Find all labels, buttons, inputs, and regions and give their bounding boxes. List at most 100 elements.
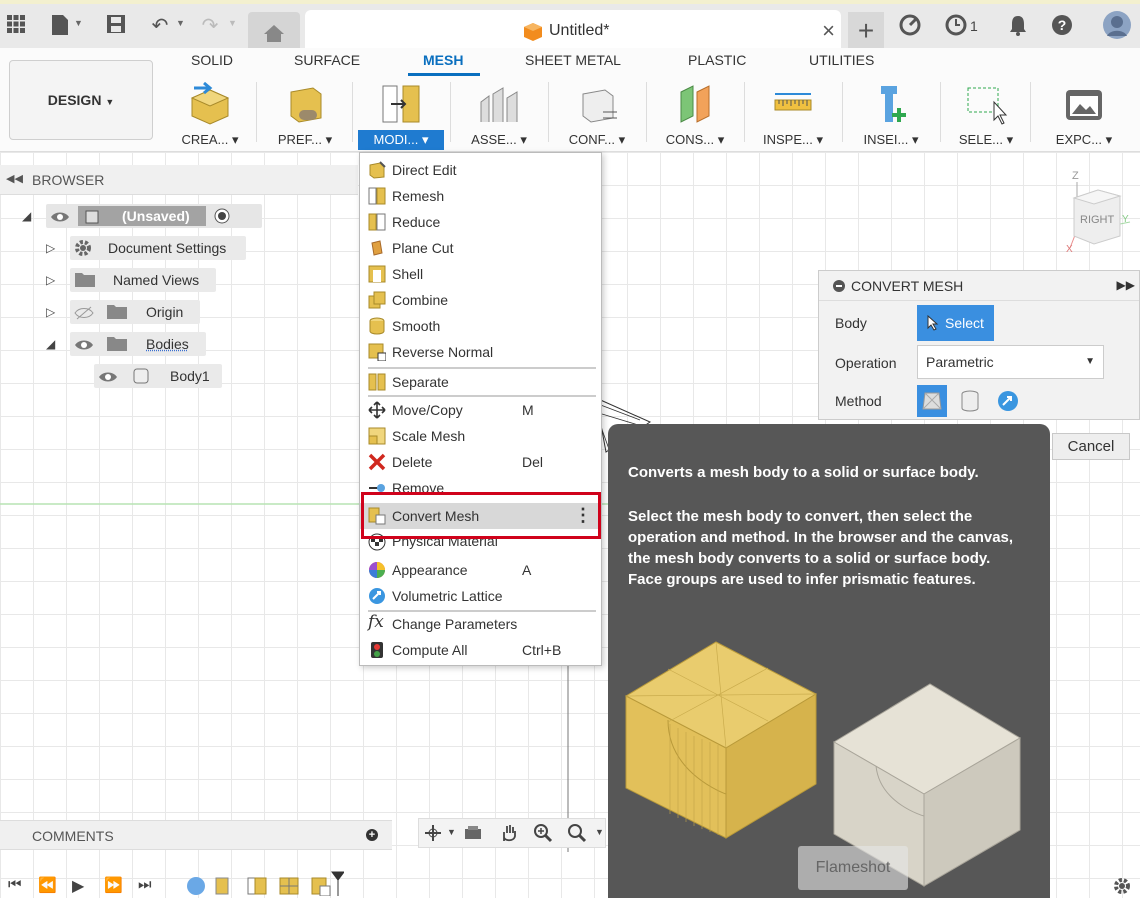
- prepare-group[interactable]: PREF... ▾: [262, 78, 348, 150]
- tab-solid[interactable]: SOLID: [191, 52, 233, 68]
- look-at-icon[interactable]: [463, 823, 483, 843]
- extensions-icon[interactable]: [898, 14, 922, 38]
- collapse-dialog-icon[interactable]: [833, 280, 845, 292]
- bell-icon[interactable]: [1006, 14, 1030, 38]
- tree-item-bodies[interactable]: ◢ Bodies: [46, 332, 246, 358]
- help-icon[interactable]: ?: [1050, 14, 1074, 38]
- hidden-eye-icon[interactable]: [74, 306, 94, 320]
- menu-item-compute-all[interactable]: Compute All Ctrl+B: [360, 637, 601, 663]
- menu-item-label: Delete: [392, 454, 433, 470]
- menu-item-appearance[interactable]: Appearance A: [360, 557, 601, 583]
- menu-item-plane-cut[interactable]: Plane Cut: [360, 235, 601, 261]
- activate-radio-icon[interactable]: [214, 208, 230, 224]
- undo-icon[interactable]: ↶: [148, 14, 172, 38]
- redo-caret-icon[interactable]: ▼: [228, 18, 237, 28]
- go-to-end-icon[interactable]: ⏭: [138, 876, 152, 893]
- expand-dialog-icon[interactable]: ▶▶: [1117, 278, 1135, 292]
- modify-group[interactable]: MODI... ▾: [358, 78, 444, 150]
- step-back-icon[interactable]: ⏪: [38, 876, 57, 894]
- collapse-root-icon[interactable]: ◢: [22, 209, 31, 223]
- app-grid-icon[interactable]: [4, 14, 28, 38]
- configure-group[interactable]: CONF... ▾: [554, 78, 640, 150]
- more-options-icon[interactable]: ⋮: [574, 505, 592, 526]
- job-status-icon[interactable]: [944, 14, 968, 38]
- tab-plastic[interactable]: PLASTIC: [688, 52, 746, 68]
- pan-hand-icon[interactable]: [499, 823, 519, 843]
- menu-item-separate[interactable]: Separate: [360, 369, 601, 395]
- save-icon[interactable]: [104, 14, 128, 38]
- comments-panel[interactable]: COMMENTS +: [0, 820, 392, 850]
- dialog-header[interactable]: CONVERT MESH ▶▶: [819, 271, 1139, 301]
- viewcube[interactable]: Z RIGHT Y X: [1064, 170, 1134, 260]
- tree-item-body1[interactable]: Body1: [94, 364, 224, 390]
- browser-panel-header[interactable]: ◀◀ BROWSER: [0, 165, 358, 195]
- menu-item-convert-mesh[interactable]: Convert Mesh: [360, 503, 601, 529]
- tree-item-origin[interactable]: ▷ Origin: [46, 300, 246, 326]
- visibility-eye-icon[interactable]: [50, 210, 70, 224]
- method-organic-button[interactable]: [993, 385, 1023, 417]
- inspect-group[interactable]: INSPE... ▾: [750, 78, 836, 150]
- body-select-button[interactable]: Select: [917, 305, 994, 341]
- file-caret-icon[interactable]: ▼: [74, 18, 83, 28]
- tab-mesh[interactable]: MESH: [423, 52, 463, 68]
- menu-item-move-copy[interactable]: Move/Copy M: [360, 397, 601, 423]
- go-to-start-icon[interactable]: ⏮: [8, 876, 22, 893]
- assemble-group[interactable]: ASSE... ▾: [456, 78, 542, 150]
- timeline-features[interactable]: [184, 870, 344, 896]
- file-icon[interactable]: [48, 14, 72, 38]
- menu-item-volumetric-lattice[interactable]: Volumetric Lattice: [360, 583, 601, 609]
- redo-icon[interactable]: ↷: [198, 14, 222, 38]
- menu-item-physical-material[interactable]: Physical Material: [360, 533, 601, 551]
- zoom-caret-icon[interactable]: ▼: [595, 827, 604, 837]
- collapse-icon[interactable]: ◢: [46, 337, 55, 351]
- menu-item-change-parameters[interactable]: fx Change Parameters: [360, 611, 601, 637]
- menu-item-direct-edit[interactable]: Direct Edit: [360, 157, 601, 183]
- menu-item-reduce[interactable]: Reduce: [360, 209, 601, 235]
- construct-group[interactable]: CONS... ▾: [652, 78, 738, 150]
- tab-utilities[interactable]: UTILITIES: [809, 52, 874, 68]
- export-group[interactable]: EXPC... ▾: [1040, 78, 1128, 150]
- new-tab-button[interactable]: +: [848, 12, 884, 52]
- menu-item-remove[interactable]: Remove: [360, 475, 601, 493]
- method-prismatic-button[interactable]: [955, 385, 985, 417]
- viewcube-face-label[interactable]: RIGHT: [1080, 214, 1114, 226]
- visibility-eye-icon[interactable]: [74, 338, 94, 352]
- step-forward-icon[interactable]: ⏩: [104, 876, 123, 894]
- home-tab[interactable]: [248, 12, 300, 52]
- menu-item-combine[interactable]: Combine: [360, 287, 601, 313]
- visibility-eye-icon[interactable]: [98, 370, 118, 384]
- expand-icon[interactable]: ▷: [46, 241, 55, 255]
- menu-item-scale-mesh[interactable]: Scale Mesh: [360, 423, 601, 449]
- close-tab-icon[interactable]: ×: [822, 18, 835, 44]
- settings-gear-icon[interactable]: [1112, 876, 1132, 896]
- method-faceted-button[interactable]: [917, 385, 947, 417]
- tree-item-named-views[interactable]: ▷ Named Views: [46, 268, 246, 294]
- menu-item-delete[interactable]: Delete Del: [360, 449, 601, 475]
- create-group[interactable]: CREA... ▾: [166, 78, 254, 150]
- expand-icon[interactable]: ▷: [46, 273, 55, 287]
- zoom-icon[interactable]: [533, 823, 553, 843]
- tab-sheet-metal[interactable]: SHEET METAL: [525, 52, 621, 68]
- tab-surface[interactable]: SURFACE: [294, 52, 360, 68]
- document-tab[interactable]: Untitled* ×: [305, 10, 841, 52]
- fit-zoom-icon[interactable]: [567, 823, 587, 843]
- collapse-browser-icon[interactable]: ◀◀: [6, 172, 23, 185]
- menu-item-smooth[interactable]: Smooth: [360, 313, 601, 339]
- cancel-button[interactable]: Cancel: [1052, 433, 1130, 460]
- insert-group[interactable]: INSEI... ▾: [848, 78, 934, 150]
- undo-caret-icon[interactable]: ▼: [176, 18, 185, 28]
- orbit-icon[interactable]: [423, 823, 443, 843]
- workspace-switcher[interactable]: DESIGN ▼: [9, 60, 153, 140]
- menu-item-reverse-normal[interactable]: Reverse Normal: [360, 339, 601, 365]
- play-icon[interactable]: ▶: [72, 876, 84, 896]
- add-comment-icon[interactable]: +: [366, 829, 378, 841]
- operation-dropdown[interactable]: Parametric ▼: [917, 345, 1104, 379]
- menu-item-remesh[interactable]: Remesh: [360, 183, 601, 209]
- tree-root[interactable]: ◢ (Unsaved): [22, 204, 262, 230]
- select-group[interactable]: SELE... ▾: [946, 78, 1026, 150]
- menu-item-shell[interactable]: Shell: [360, 261, 601, 287]
- expand-icon[interactable]: ▷: [46, 305, 55, 319]
- tree-item-document-settings[interactable]: ▷ Document Settings: [46, 236, 246, 262]
- avatar[interactable]: [1102, 10, 1132, 40]
- orbit-caret-icon[interactable]: ▼: [447, 827, 456, 837]
